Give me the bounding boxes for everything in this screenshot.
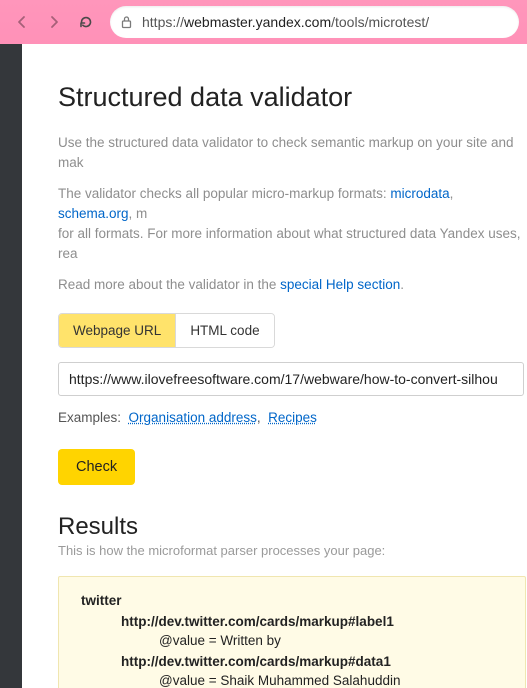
tab-html-code[interactable]: HTML code [175, 314, 273, 347]
tab-webpage-url[interactable]: Webpage URL [59, 314, 175, 347]
left-sidebar [0, 44, 22, 688]
url-input[interactable] [58, 362, 524, 396]
examples-label: Examples: [58, 410, 121, 425]
check-button[interactable]: Check [58, 449, 135, 485]
page-title: Structured data validator [58, 82, 527, 113]
intro-text-3: Read more about the validator in the spe… [58, 275, 527, 295]
forward-button[interactable] [40, 8, 68, 36]
link-help-section[interactable]: special Help section [280, 277, 400, 292]
result-root: twitter [81, 593, 505, 608]
intro-text-2: The validator checks all popular micro-m… [58, 184, 527, 265]
result-value: @value = Written by [159, 633, 505, 648]
results-title: Results [58, 513, 527, 541]
link-microdata[interactable]: microdata [390, 186, 449, 201]
examples-row: Examples: Organisation address, Recipes [58, 410, 527, 425]
results-box: twitter http://dev.twitter.com/cards/mar… [58, 576, 526, 688]
page-content: Structured data validator Use the struct… [22, 44, 527, 688]
intro-text-1: Use the structured data validator to che… [58, 133, 527, 174]
example-organisation-address[interactable]: Organisation address [129, 410, 257, 425]
back-button[interactable] [8, 8, 36, 36]
lock-icon [120, 15, 134, 29]
address-url: https://webmaster.yandex.com/tools/micro… [142, 14, 429, 30]
address-bar[interactable]: https://webmaster.yandex.com/tools/micro… [110, 6, 519, 38]
input-mode-tabs: Webpage URL HTML code [58, 313, 275, 348]
browser-toolbar: https://webmaster.yandex.com/tools/micro… [0, 0, 527, 44]
result-value: @value = Shaik Muhammed Salahuddin [159, 673, 505, 688]
result-key: http://dev.twitter.com/cards/markup#labe… [121, 614, 505, 629]
link-schema-org[interactable]: schema.org [58, 206, 129, 221]
example-recipes[interactable]: Recipes [268, 410, 317, 425]
results-subtitle: This is how the microformat parser proce… [58, 543, 527, 558]
result-key: http://dev.twitter.com/cards/markup#data… [121, 654, 505, 669]
reload-button[interactable] [72, 8, 100, 36]
